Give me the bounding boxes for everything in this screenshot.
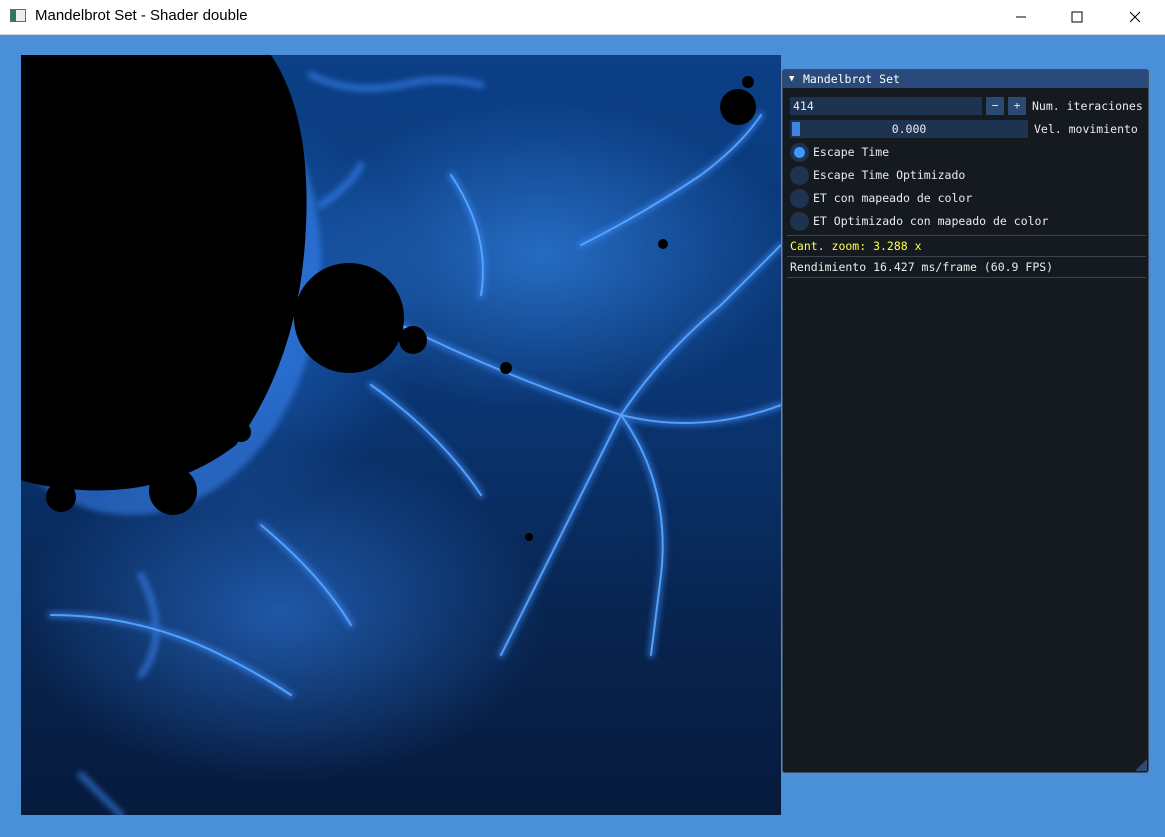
performance-text: Rendimiento 16.427 ms/frame (60.9 FPS) <box>790 260 1054 274</box>
radio-et-optimizado-mapeado-color[interactable]: ET Optimizado con mapeado de color <box>790 211 1048 231</box>
collapse-arrow-icon[interactable]: ▼ <box>789 74 801 84</box>
window-titlebar: Mandelbrot Set - Shader double <box>0 0 1165 35</box>
iterations-input[interactable]: 414 <box>790 96 982 115</box>
iterations-decrement-button[interactable]: − <box>986 96 1004 115</box>
radio-label: Escape Time Optimizado <box>813 168 966 182</box>
speed-slider[interactable]: 0.000 <box>790 119 1028 138</box>
panel-title: Mandelbrot Set <box>803 72 900 86</box>
iterations-increment-button[interactable]: + <box>1008 96 1026 115</box>
window-title: Mandelbrot Set - Shader double <box>35 7 248 24</box>
maximize-icon <box>1071 11 1083 23</box>
separator <box>787 235 1146 236</box>
radio-label: ET Optimizado con mapeado de color <box>813 214 1049 228</box>
radio-selected-dot <box>794 146 805 158</box>
zoom-text: Cant. zoom: 3.288 x <box>790 239 922 253</box>
radio-escape-time[interactable]: Escape Time <box>790 142 889 162</box>
mandelbrot-render <box>21 55 781 815</box>
radio-label: ET con mapeado de color <box>813 191 973 205</box>
minimize-button[interactable] <box>992 0 1050 34</box>
radio-et-mapeado-color[interactable]: ET con mapeado de color <box>790 188 972 208</box>
resize-grip-icon[interactable] <box>1135 759 1147 771</box>
imgui-panel: ▼ Mandelbrot Set 414 − + Num. iteracione… <box>782 69 1149 773</box>
close-icon <box>1129 11 1141 23</box>
maximize-button[interactable] <box>1048 0 1106 34</box>
radio-button[interactable] <box>790 165 809 185</box>
iterations-label: Num. iteraciones <box>1032 98 1143 113</box>
panel-header[interactable]: ▼ Mandelbrot Set <box>783 70 1148 88</box>
speed-label: Vel. movimiento <box>1034 121 1138 136</box>
radio-button[interactable] <box>790 188 809 208</box>
speed-value: 0.000 <box>891 121 927 136</box>
speed-row: 0.000 Vel. movimiento <box>790 119 1138 138</box>
minimize-icon <box>1016 16 1026 18</box>
close-button[interactable] <box>1106 0 1164 34</box>
radio-button[interactable] <box>790 211 809 231</box>
app-window-icon <box>10 9 26 22</box>
iterations-row: 414 − + Num. iteraciones <box>790 96 1143 115</box>
radio-label: Escape Time <box>813 145 890 159</box>
radio-button[interactable] <box>790 142 809 162</box>
separator <box>787 256 1146 257</box>
separator <box>787 277 1146 278</box>
fractal-viewport[interactable] <box>21 55 781 815</box>
radio-escape-time-optimizado[interactable]: Escape Time Optimizado <box>790 165 965 185</box>
